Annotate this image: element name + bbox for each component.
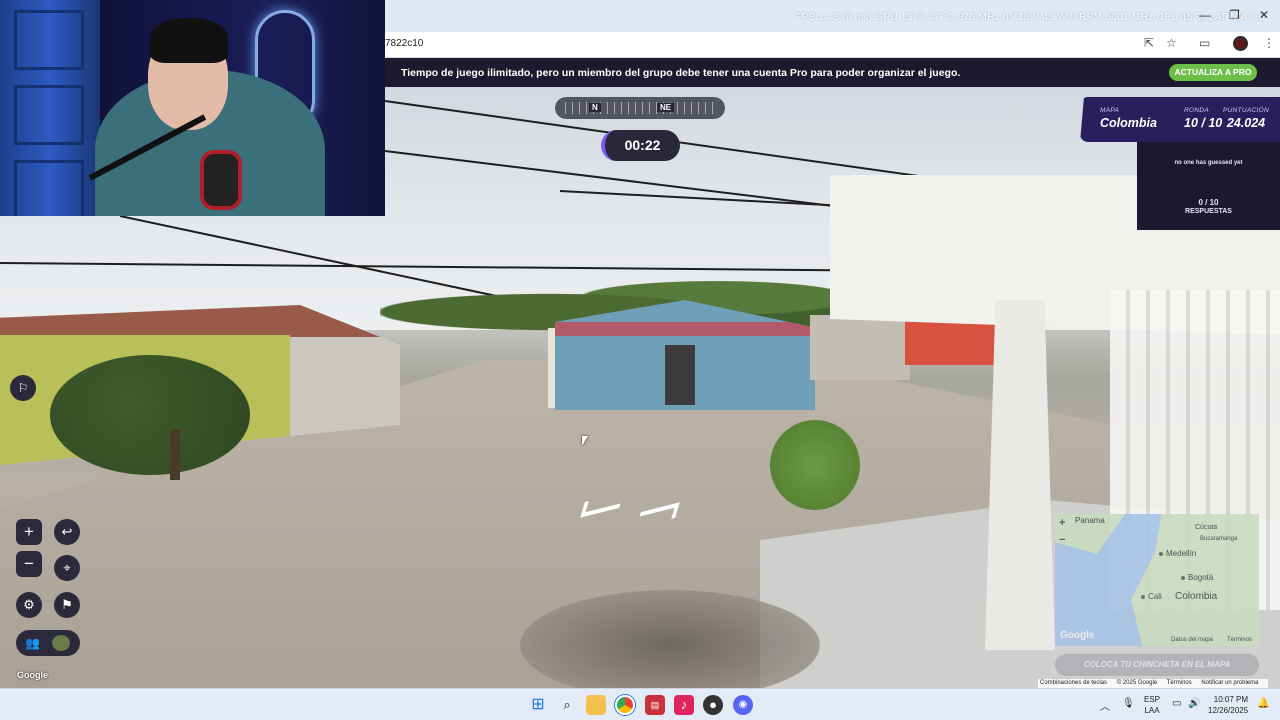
mouse-cursor [582, 436, 588, 446]
search-icon[interactable]: ⌕ [557, 695, 577, 715]
windows-taskbar: ⊞ ⌕ ▤ ♪ ● ◉ ︿ 🎙 ESP LAA ▭ 🔊 10:07 PM 12/… [0, 688, 1280, 720]
answers-count: 0 / 10 [1198, 198, 1219, 207]
notification-icon[interactable]: 🔔 [1257, 698, 1269, 709]
clock-time: 10:07 PM [1213, 695, 1249, 704]
map-label-cucuta: Cúcuta [1195, 524, 1218, 531]
return-to-start-icon[interactable]: ⌖ [54, 555, 80, 581]
app-icon-red[interactable]: ▤ [645, 695, 665, 715]
stat-score: PUNTUACIÓN 24.024 [1223, 107, 1269, 130]
settings-gear-icon[interactable]: ⚙ [16, 592, 42, 618]
map-label-colombia: Colombia [1175, 591, 1218, 602]
minimize-button[interactable]: — [1199, 8, 1211, 22]
screen: FPS 14 3 (6 ms) GPU 13 % 47 °C 875 MHz 0… [0, 0, 1280, 720]
minimap-zoom-out[interactable]: − [1059, 534, 1065, 546]
clock[interactable]: 10:07 PM 12/26/2025 [1208, 694, 1248, 716]
stat-score-label: PUNTUACIÓN [1223, 107, 1269, 114]
minimap-terms[interactable]: Términos [1227, 637, 1252, 643]
url-text[interactable]: 7822c10 [385, 38, 423, 49]
player-avatar [52, 635, 70, 651]
address-bar[interactable]: 7822c10 ⇱ ☆ ▭ ⋮ [385, 32, 1280, 58]
flag-icon[interactable]: ⚑ [54, 592, 80, 618]
tray-chevron-icon[interactable]: ︿ [1100, 698, 1110, 713]
map-attribution: Combinaciones de teclas © 2025 Google Té… [1038, 679, 1269, 688]
maximize-button[interactable]: ❐ [1229, 8, 1240, 22]
clock-date: 12/26/2025 [1208, 706, 1249, 715]
discord-icon[interactable]: ◉ [733, 695, 753, 715]
map-label-panama: Panama [1075, 516, 1105, 525]
obs-icon[interactable]: ● [703, 695, 723, 715]
stat-round-value: 10 / 10 [1184, 116, 1223, 130]
guess-minimap[interactable]: + − Panama Cúcuta Bucaramanga Medellín B… [1055, 514, 1259, 646]
stat-round: RONDA 10 / 10 [1184, 107, 1222, 130]
microphone [200, 150, 242, 210]
promo-banner: Tiempo de juego ilimitado, pero un miemb… [385, 58, 1280, 87]
lang-top: ESP [1144, 695, 1161, 704]
lang-bottom: LAA [1144, 706, 1160, 715]
answers-label: RESPUESTAS [1185, 208, 1232, 215]
map-label-cali: Cali [1141, 592, 1162, 601]
map-label-bogota: Bogotá [1181, 573, 1213, 582]
keyboard-shortcuts-link[interactable]: Combinaciones de teclas [1040, 680, 1107, 686]
stat-map: MAPA Colombia [1100, 107, 1157, 130]
browser-titlebar: FPS 14 3 (6 ms) GPU 13 % 47 °C 875 MHz 0… [385, 0, 1280, 32]
language-indicator[interactable]: ESP LAA [1144, 694, 1160, 716]
promo-text: Tiempo de juego ilimitado, pero un miemb… [401, 67, 961, 79]
players-icon: 👥 [25, 636, 40, 650]
map-label-bucaramanga: Bucaramanga [1200, 536, 1238, 542]
terms-link[interactable]: Términos [1167, 680, 1192, 686]
compass-north: N [589, 103, 601, 112]
tree-trunk [170, 430, 180, 480]
stat-round-label: RONDA [1184, 107, 1209, 114]
minimap-map-data[interactable]: Datos del mapa [1171, 637, 1213, 643]
no-guess-text: no one has guessed yet [1174, 160, 1243, 166]
game-stats-panel: MAPA Colombia RONDA 10 / 10 PUNTUACIÓN 2… [1080, 97, 1280, 142]
close-button[interactable]: ✕ [1259, 8, 1269, 22]
players-button[interactable]: 👥 [16, 630, 80, 656]
streamer-hair [150, 18, 228, 63]
map-label-medellin: Medellín [1159, 549, 1196, 558]
install-app-icon[interactable]: ⇱ [1144, 36, 1154, 50]
upgrade-pro-button[interactable]: ACTUALIZA A PRO [1169, 64, 1257, 81]
stat-score-value: 24.024 [1226, 116, 1266, 130]
network-icon[interactable]: ▭ [1172, 698, 1181, 709]
copyright-text: © 2025 Google [1116, 680, 1158, 686]
report-panorama-icon[interactable]: ⚐ [10, 375, 36, 401]
zoom-in-button[interactable]: + [16, 519, 42, 545]
place-pin-button[interactable]: COLOCA TU CHINCHETA EN EL MAPA [1055, 654, 1259, 676]
google-watermark: Google [17, 670, 48, 680]
tree-left [50, 355, 250, 475]
webcam-overlay [0, 0, 385, 216]
menu-dots-icon[interactable]: ⋮ [1263, 36, 1275, 50]
tiktok-icon[interactable]: ♪ [674, 695, 694, 715]
file-explorer-icon[interactable] [586, 695, 606, 715]
zoom-out-button[interactable]: − [16, 551, 42, 577]
compass-northeast: NE [657, 103, 675, 112]
webcam-door [0, 0, 100, 216]
windows-start-icon[interactable]: ⊞ [528, 695, 548, 715]
stat-map-label: MAPA [1100, 107, 1120, 114]
stat-map-value: Colombia [1100, 116, 1157, 130]
undo-move-icon[interactable]: ↩ [54, 519, 80, 545]
minimap-google-logo: Google [1060, 630, 1095, 641]
cast-icon[interactable]: ▭ [1199, 36, 1210, 50]
bookmark-star-icon[interactable]: ☆ [1166, 36, 1177, 50]
round-timer: 00:22 [601, 130, 680, 161]
compass: N NE [555, 97, 725, 119]
volume-icon[interactable]: 🔊 [1188, 698, 1200, 709]
chrome-icon[interactable] [615, 695, 635, 715]
guesses-panel: no one has guessed yet 0 / 10 RESPUESTAS [1137, 142, 1280, 230]
microphone-icon[interactable]: 🎙 [1122, 698, 1135, 709]
minimap-zoom-in[interactable]: + [1059, 517, 1065, 529]
system-stats-overlay: FPS 14 3 (6 ms) GPU 13 % 47 °C 875 MHz 0… [795, 12, 1265, 23]
profile-avatar-icon[interactable] [1233, 36, 1248, 51]
report-problem-link[interactable]: Notificar un problema [1201, 680, 1258, 686]
